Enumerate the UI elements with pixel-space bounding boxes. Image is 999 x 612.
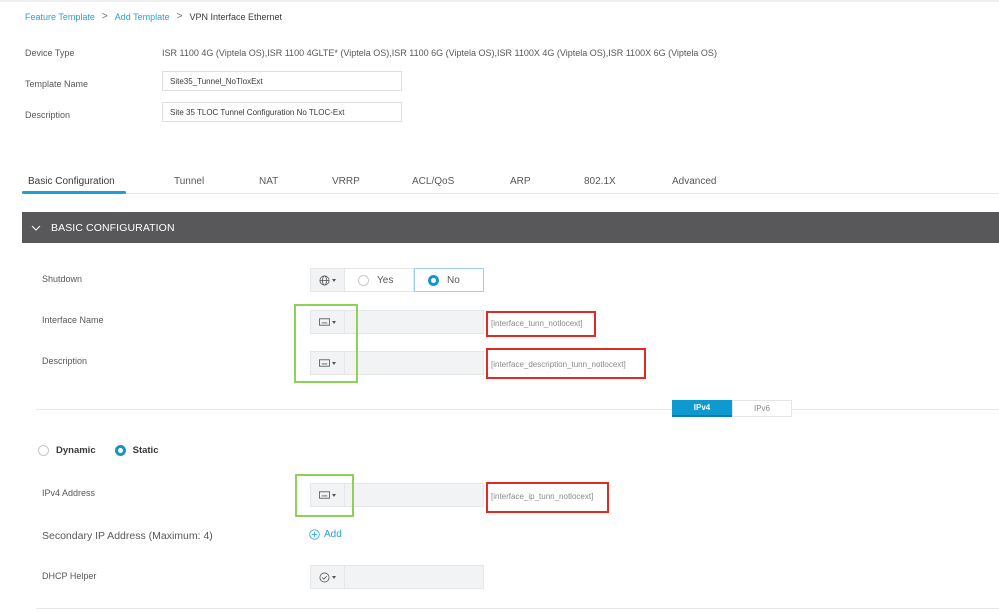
dynamic-option[interactable]: Dynamic	[38, 445, 96, 456]
globe-icon	[319, 275, 330, 285]
bottom-divider	[36, 608, 999, 609]
dhcp-helper-label: DHCP Helper	[42, 571, 97, 581]
breadcrumb: Feature Template > Add Template > VPN In…	[25, 11, 282, 22]
ipv6-tab[interactable]: IPv6	[732, 400, 792, 417]
breadcrumb-separator: >	[101, 11, 108, 22]
caret-down-icon	[332, 361, 336, 365]
tab-arp[interactable]: ARP	[510, 176, 531, 187]
ipv4-address-scope-dropdown[interactable]	[310, 483, 344, 507]
device-specific-icon	[319, 491, 330, 499]
option-label: Static	[132, 445, 159, 456]
default-check-icon	[319, 572, 330, 582]
interface-name-variable: [interface_tunn_notlocext]	[491, 319, 583, 328]
radio-unselected-icon	[358, 274, 369, 286]
address-mode-radio-group: Dynamic Static	[38, 445, 158, 456]
interface-name-input[interactable]	[344, 310, 484, 334]
ip-version-toggle: IPv4 IPv6	[672, 400, 792, 417]
radio-selected-icon	[428, 274, 439, 286]
option-label: No	[447, 274, 460, 286]
tab-vrrp[interactable]: VRRP	[332, 176, 360, 187]
chevron-down-icon	[31, 225, 41, 231]
top-border	[0, 0, 999, 2]
ipv4-address-input[interactable]	[344, 483, 484, 507]
breadcrumb-separator: >	[176, 11, 183, 22]
shutdown-scope-dropdown[interactable]	[310, 268, 344, 292]
interface-name-label: Interface Name	[42, 315, 104, 325]
interface-description-variable: [interface_description_tunn_notlocext]	[491, 360, 626, 369]
option-label: Yes	[377, 274, 394, 286]
shutdown-label: Shutdown	[42, 274, 83, 284]
tab-bar: Basic Configuration Tunnel NAT VRRP ACL/…	[22, 172, 999, 194]
shutdown-no-option[interactable]: No	[414, 268, 484, 292]
breadcrumb-feature-template[interactable]: Feature Template	[25, 12, 95, 22]
interface-description-input[interactable]	[344, 351, 484, 375]
device-specific-icon	[319, 359, 330, 367]
breadcrumb-add-template[interactable]: Add Template	[115, 12, 170, 22]
add-secondary-ip-button[interactable]: Add	[309, 529, 342, 540]
caret-down-icon	[332, 575, 336, 579]
option-label: Dynamic	[56, 445, 96, 456]
radio-selected-icon	[114, 445, 126, 456]
caret-down-icon	[332, 278, 336, 282]
dhcp-helper-scope-dropdown[interactable]	[310, 565, 344, 589]
caret-down-icon	[332, 493, 336, 497]
interface-description-label: Description	[42, 356, 88, 366]
ipv4-address-variable: [interface_ip_tunn_notlocext]	[491, 492, 594, 501]
basic-configuration-section-header[interactable]: BASIC CONFIGURATION	[22, 212, 999, 243]
tab-tunnel[interactable]: Tunnel	[174, 176, 204, 187]
radio-unselected-icon	[38, 445, 49, 456]
template-name-value: Site35_Tunnel_NoTloxExt	[170, 76, 263, 86]
device-type-label: Device Type	[25, 48, 75, 58]
caret-down-icon	[332, 320, 336, 324]
breadcrumb-current: VPN Interface Ethernet	[189, 11, 282, 22]
static-option[interactable]: Static	[114, 445, 159, 456]
description-label: Description	[25, 110, 71, 120]
tab-basic-configuration[interactable]: Basic Configuration	[22, 176, 126, 194]
section-title: BASIC CONFIGURATION	[51, 221, 175, 234]
plus-circle-icon	[309, 529, 320, 540]
tab-label: Basic Configuration	[28, 176, 115, 187]
tab-advanced[interactable]: Advanced	[672, 176, 716, 187]
secondary-ip-label: Secondary IP Address (Maximum: 4)	[42, 530, 213, 542]
interface-name-scope-dropdown[interactable]	[310, 310, 344, 334]
tab-acl-qos[interactable]: ACL/QoS	[412, 176, 454, 187]
tab-802-1x[interactable]: 802.1X	[584, 176, 616, 187]
interface-description-scope-dropdown[interactable]	[310, 351, 344, 375]
tab-nat[interactable]: NAT	[259, 176, 278, 187]
description-value: Site 35 TLOC Tunnel Configuration No TLO…	[170, 107, 345, 117]
ipv4-tab[interactable]: IPv4	[672, 400, 732, 417]
active-tab-indicator	[22, 191, 126, 194]
ipv4-address-label: IPv4 Address	[42, 488, 96, 498]
shutdown-radio-group: Yes No	[344, 268, 484, 292]
shutdown-yes-option[interactable]: Yes	[344, 268, 414, 292]
add-label: Add	[324, 529, 342, 540]
description-input[interactable]: Site 35 TLOC Tunnel Configuration No TLO…	[162, 102, 402, 122]
section-divider	[36, 409, 999, 410]
device-specific-icon	[319, 318, 330, 326]
template-name-input[interactable]: Site35_Tunnel_NoTloxExt	[162, 71, 402, 91]
template-name-label: Template Name	[25, 79, 89, 89]
dhcp-helper-input[interactable]	[344, 565, 484, 589]
device-type-value: ISR 1100 4G (Viptela OS),ISR 1100 4GLTE*…	[162, 48, 717, 58]
